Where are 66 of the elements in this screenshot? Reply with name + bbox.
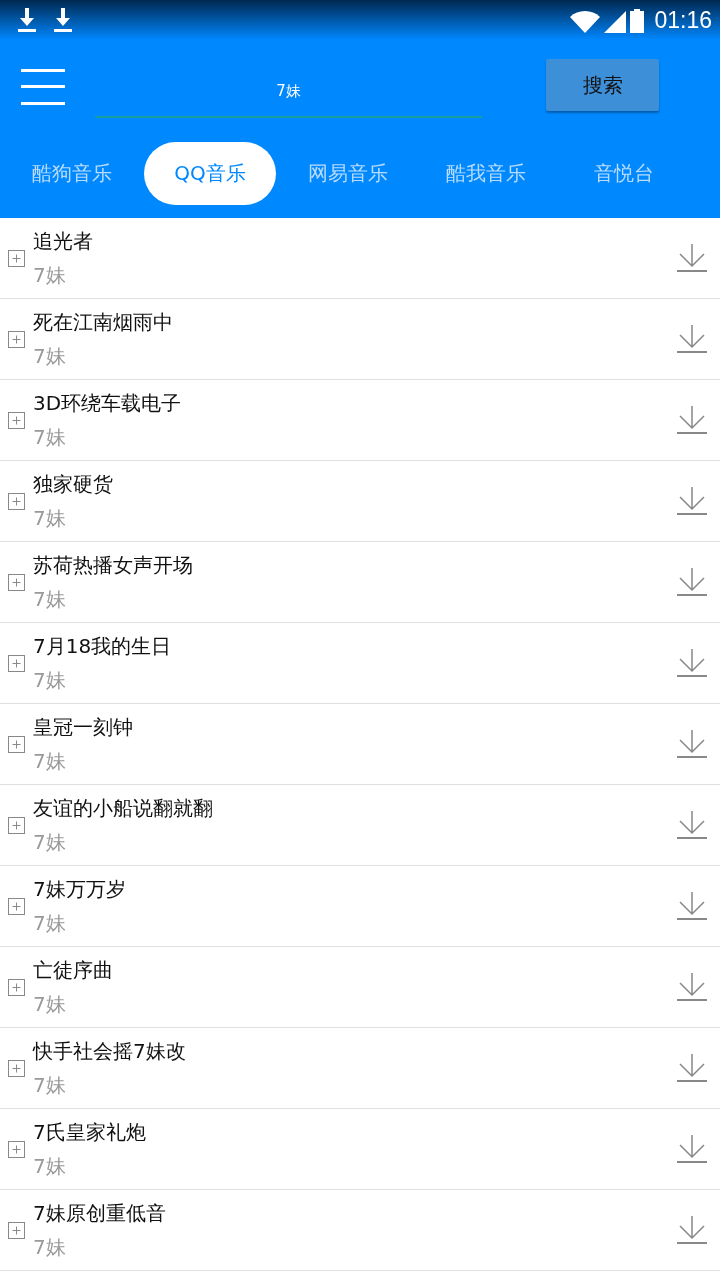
song-artist: 7妹 (33, 1235, 67, 1259)
song-title: 苏荷热播女声开场 (33, 553, 194, 577)
search-button[interactable]: 搜索 (546, 59, 659, 111)
song-artist: 7妹 (33, 1073, 67, 1097)
add-icon[interactable] (8, 897, 25, 915)
source-tab[interactable]: 网易音乐 (282, 142, 414, 205)
add-icon[interactable] (8, 330, 25, 348)
source-tab[interactable]: 酷狗音乐 (6, 142, 138, 205)
song-title: 死在江南烟雨中 (33, 310, 174, 334)
song-title: 7妹万万岁 (33, 877, 127, 901)
add-icon[interactable] (8, 1059, 25, 1077)
source-tab[interactable]: 音悦台 (558, 142, 690, 205)
download-icon[interactable] (677, 1216, 707, 1244)
source-tab[interactable]: 酷我音乐 (420, 142, 552, 205)
song-artist: 7妹 (33, 425, 67, 449)
add-icon[interactable] (8, 1221, 25, 1239)
song-artist: 7妹 (33, 263, 67, 287)
song-title: 7妹原创重低音 (33, 1201, 167, 1225)
download-icon[interactable] (677, 730, 707, 758)
download-icon[interactable] (677, 892, 707, 920)
song-title: 亡徒序曲 (33, 958, 114, 982)
add-icon[interactable] (8, 654, 25, 672)
song-artist: 7妹 (33, 749, 67, 773)
source-tab[interactable]: QQ音乐 (144, 142, 276, 205)
download-icon[interactable] (677, 568, 707, 596)
song-artist: 7妹 (33, 992, 67, 1016)
add-icon[interactable] (8, 1140, 25, 1158)
search-field[interactable]: 7妹 (95, 67, 482, 118)
song-title: 7氏皇家礼炮 (33, 1120, 147, 1144)
download-icon[interactable] (677, 487, 707, 515)
download-icon[interactable] (677, 325, 707, 353)
song-title: 独家硬货 (33, 472, 114, 496)
download-icon[interactable] (677, 1135, 707, 1163)
add-icon[interactable] (8, 978, 25, 996)
song-artist: 7妹 (33, 587, 67, 611)
add-icon[interactable] (8, 492, 25, 510)
status-time: 01:16 (654, 7, 712, 33)
download-icon (54, 8, 72, 32)
add-icon[interactable] (8, 411, 25, 429)
add-icon[interactable] (8, 249, 25, 267)
song-artist: 7妹 (33, 1154, 67, 1178)
add-icon[interactable] (8, 573, 25, 591)
song-title: 皇冠一刻钟 (33, 715, 134, 739)
download-icon[interactable] (677, 406, 707, 434)
wifi-icon (570, 11, 601, 33)
download-icon[interactable] (677, 244, 707, 272)
download-icon[interactable] (677, 811, 707, 839)
song-title: 3D环绕车载电子 (33, 391, 183, 415)
song-title: 友谊的小船说翻就翻 (33, 796, 214, 820)
menu-icon[interactable] (21, 69, 65, 105)
song-title: 快手社会摇7妹改 (33, 1039, 187, 1063)
song-artist: 7妹 (33, 830, 67, 854)
signal-icon (604, 11, 627, 33)
battery-icon (630, 9, 645, 33)
song-artist: 7妹 (33, 911, 67, 935)
download-icon[interactable] (677, 649, 707, 677)
song-artist: 7妹 (33, 506, 67, 530)
song-artist: 7妹 (33, 668, 67, 692)
song-title: 追光者 (33, 229, 94, 253)
download-icon (18, 8, 36, 32)
add-icon[interactable] (8, 816, 25, 834)
add-icon[interactable] (8, 735, 25, 753)
song-title: 7月18我的生日 (33, 634, 173, 658)
download-icon[interactable] (677, 1054, 707, 1082)
song-artist: 7妹 (33, 344, 67, 368)
download-icon[interactable] (677, 973, 707, 1001)
